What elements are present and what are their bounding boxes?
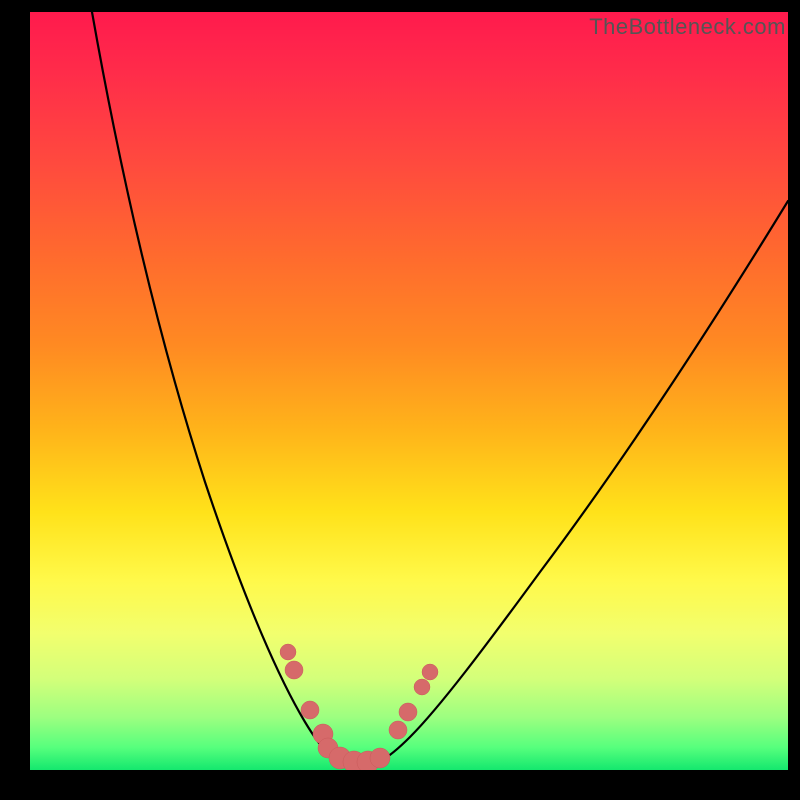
bead [280,644,296,660]
right-curve [370,201,788,765]
bead [370,748,390,768]
bead [285,661,303,679]
watermark-text: TheBottleneck.com [589,14,786,40]
chart-svg [30,12,788,770]
left-curve [92,12,345,764]
bead [422,664,438,680]
plot-area [30,12,788,770]
beads-group [280,644,438,770]
bead [301,701,319,719]
bead [399,703,417,721]
bead [414,679,430,695]
frame: TheBottleneck.com [0,0,800,800]
bead [389,721,407,739]
